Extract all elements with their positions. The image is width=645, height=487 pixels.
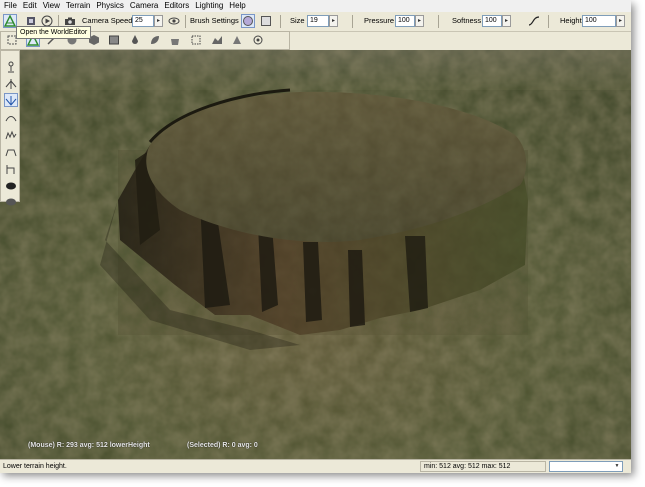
grab-tool[interactable] (4, 59, 18, 73)
toolbar-separator (280, 15, 281, 28)
status-message: Lower terrain height. (3, 463, 67, 470)
world-editor-button[interactable] (3, 14, 17, 28)
image-icon (109, 35, 119, 45)
height-spinner[interactable]: ▸ (616, 15, 625, 27)
size-field[interactable]: 19 (307, 15, 329, 27)
terrain-select-icon (212, 36, 222, 44)
tooltip: Open the WorldEditor (16, 26, 92, 39)
selection-box-icon (191, 35, 201, 45)
leaf-button[interactable] (148, 33, 162, 47)
size-label: Size (290, 16, 305, 25)
set-height-tool[interactable] (4, 161, 18, 175)
main-toolbar: Camera Speed 25 ▸ Brush Settings Size 19… (0, 12, 631, 32)
drop-icon (132, 35, 138, 44)
world-editor-icon (4, 15, 16, 27)
brush-circle-icon (243, 16, 253, 26)
grab-icon (8, 61, 14, 73)
brush-box-button[interactable] (259, 14, 273, 28)
camera-speed-field[interactable]: 25 (132, 15, 154, 27)
camera-speed-label: Camera Speed (82, 16, 133, 25)
menu-terrain[interactable]: Terrain (63, 0, 93, 12)
toolbar-separator (352, 15, 353, 28)
object-button[interactable] (251, 33, 265, 47)
height-label: Height (560, 16, 582, 25)
menu-editors[interactable]: Editors (161, 0, 192, 12)
menu-bar: File Edit View Terrain Physics Camera Editors L… (0, 0, 631, 12)
status-dropdown[interactable]: ▼ (549, 461, 623, 472)
bucket-icon (171, 39, 179, 45)
smooth-tool[interactable] (4, 110, 18, 124)
noise-tool[interactable] (4, 127, 18, 141)
camera-speed-spinner[interactable]: ▸ (154, 15, 163, 27)
raise-icon (5, 79, 17, 89)
softness-label: Softness (452, 16, 482, 25)
menu-edit[interactable]: Edit (20, 0, 40, 12)
menu-file[interactable]: File (0, 0, 20, 12)
noise-icon (5, 130, 17, 140)
brush-box-icon (261, 16, 271, 26)
height-stats: min: 512 avg: 512 max: 512 (420, 461, 546, 472)
empty-tool[interactable] (4, 194, 18, 208)
brush-circle-button[interactable] (241, 14, 255, 28)
size-spinner[interactable]: ▸ (329, 15, 338, 27)
terrain-viewport[interactable]: (Mouse) R: 293 avg: 512 lowerHeight (Sel… (0, 50, 631, 459)
height-field[interactable]: 100 (582, 15, 616, 27)
falloff-curve-button[interactable] (527, 14, 541, 28)
brush-settings-label: Brush Settings (190, 16, 239, 25)
flatten-tool[interactable] (4, 144, 18, 158)
softness-spinner[interactable]: ▸ (502, 15, 511, 27)
toolbar-separator (438, 15, 439, 28)
selected-info: (Selected) R: 0 avg: 0 (187, 442, 258, 449)
image-button[interactable] (107, 33, 121, 47)
menu-help[interactable]: Help (226, 0, 248, 12)
light-button[interactable] (230, 33, 244, 47)
terrain-render (0, 50, 631, 459)
clear-icon (6, 182, 16, 190)
smooth-icon (5, 116, 17, 122)
mouse-info: (Mouse) R: 293 avg: 512 lowerHeight (28, 442, 150, 449)
terrain-select-button[interactable] (210, 33, 224, 47)
application-window: File Edit View Terrain Physics Camera Editors L… (0, 0, 631, 473)
object-icon (253, 35, 263, 45)
falloff-curve-icon (528, 16, 540, 26)
visibility-icon (168, 17, 180, 25)
status-bar: Lower terrain height. min: 512 avg: 512 … (0, 459, 631, 473)
chevron-down-icon: ▼ (614, 463, 620, 469)
drop-button[interactable] (128, 33, 142, 47)
toolbar-separator (185, 15, 186, 28)
empty-icon (6, 198, 16, 206)
flatten-icon (5, 149, 17, 157)
pressure-label: Pressure (364, 16, 395, 25)
selection-box-button[interactable] (189, 33, 203, 47)
toolbar-separator (548, 15, 549, 28)
menu-camera[interactable]: Camera (127, 0, 161, 12)
menu-view[interactable]: View (40, 0, 63, 12)
lower-icon (5, 96, 17, 106)
light-icon (233, 36, 241, 44)
lower-tool[interactable] (4, 93, 18, 107)
raise-tool[interactable] (4, 76, 18, 90)
visibility-button[interactable] (167, 14, 181, 28)
leaf-icon (151, 36, 159, 44)
pressure-field[interactable]: 100 (395, 15, 415, 27)
menu-lighting[interactable]: Lighting (192, 0, 226, 12)
clear-tool[interactable] (4, 178, 18, 192)
menu-physics[interactable]: Physics (93, 0, 127, 12)
pressure-spinner[interactable]: ▸ (415, 15, 424, 27)
softness-field[interactable]: 100 (482, 15, 502, 27)
bucket-button[interactable] (168, 33, 182, 47)
set-height-icon (6, 165, 15, 174)
terrain-tools-toolbar (0, 50, 20, 206)
